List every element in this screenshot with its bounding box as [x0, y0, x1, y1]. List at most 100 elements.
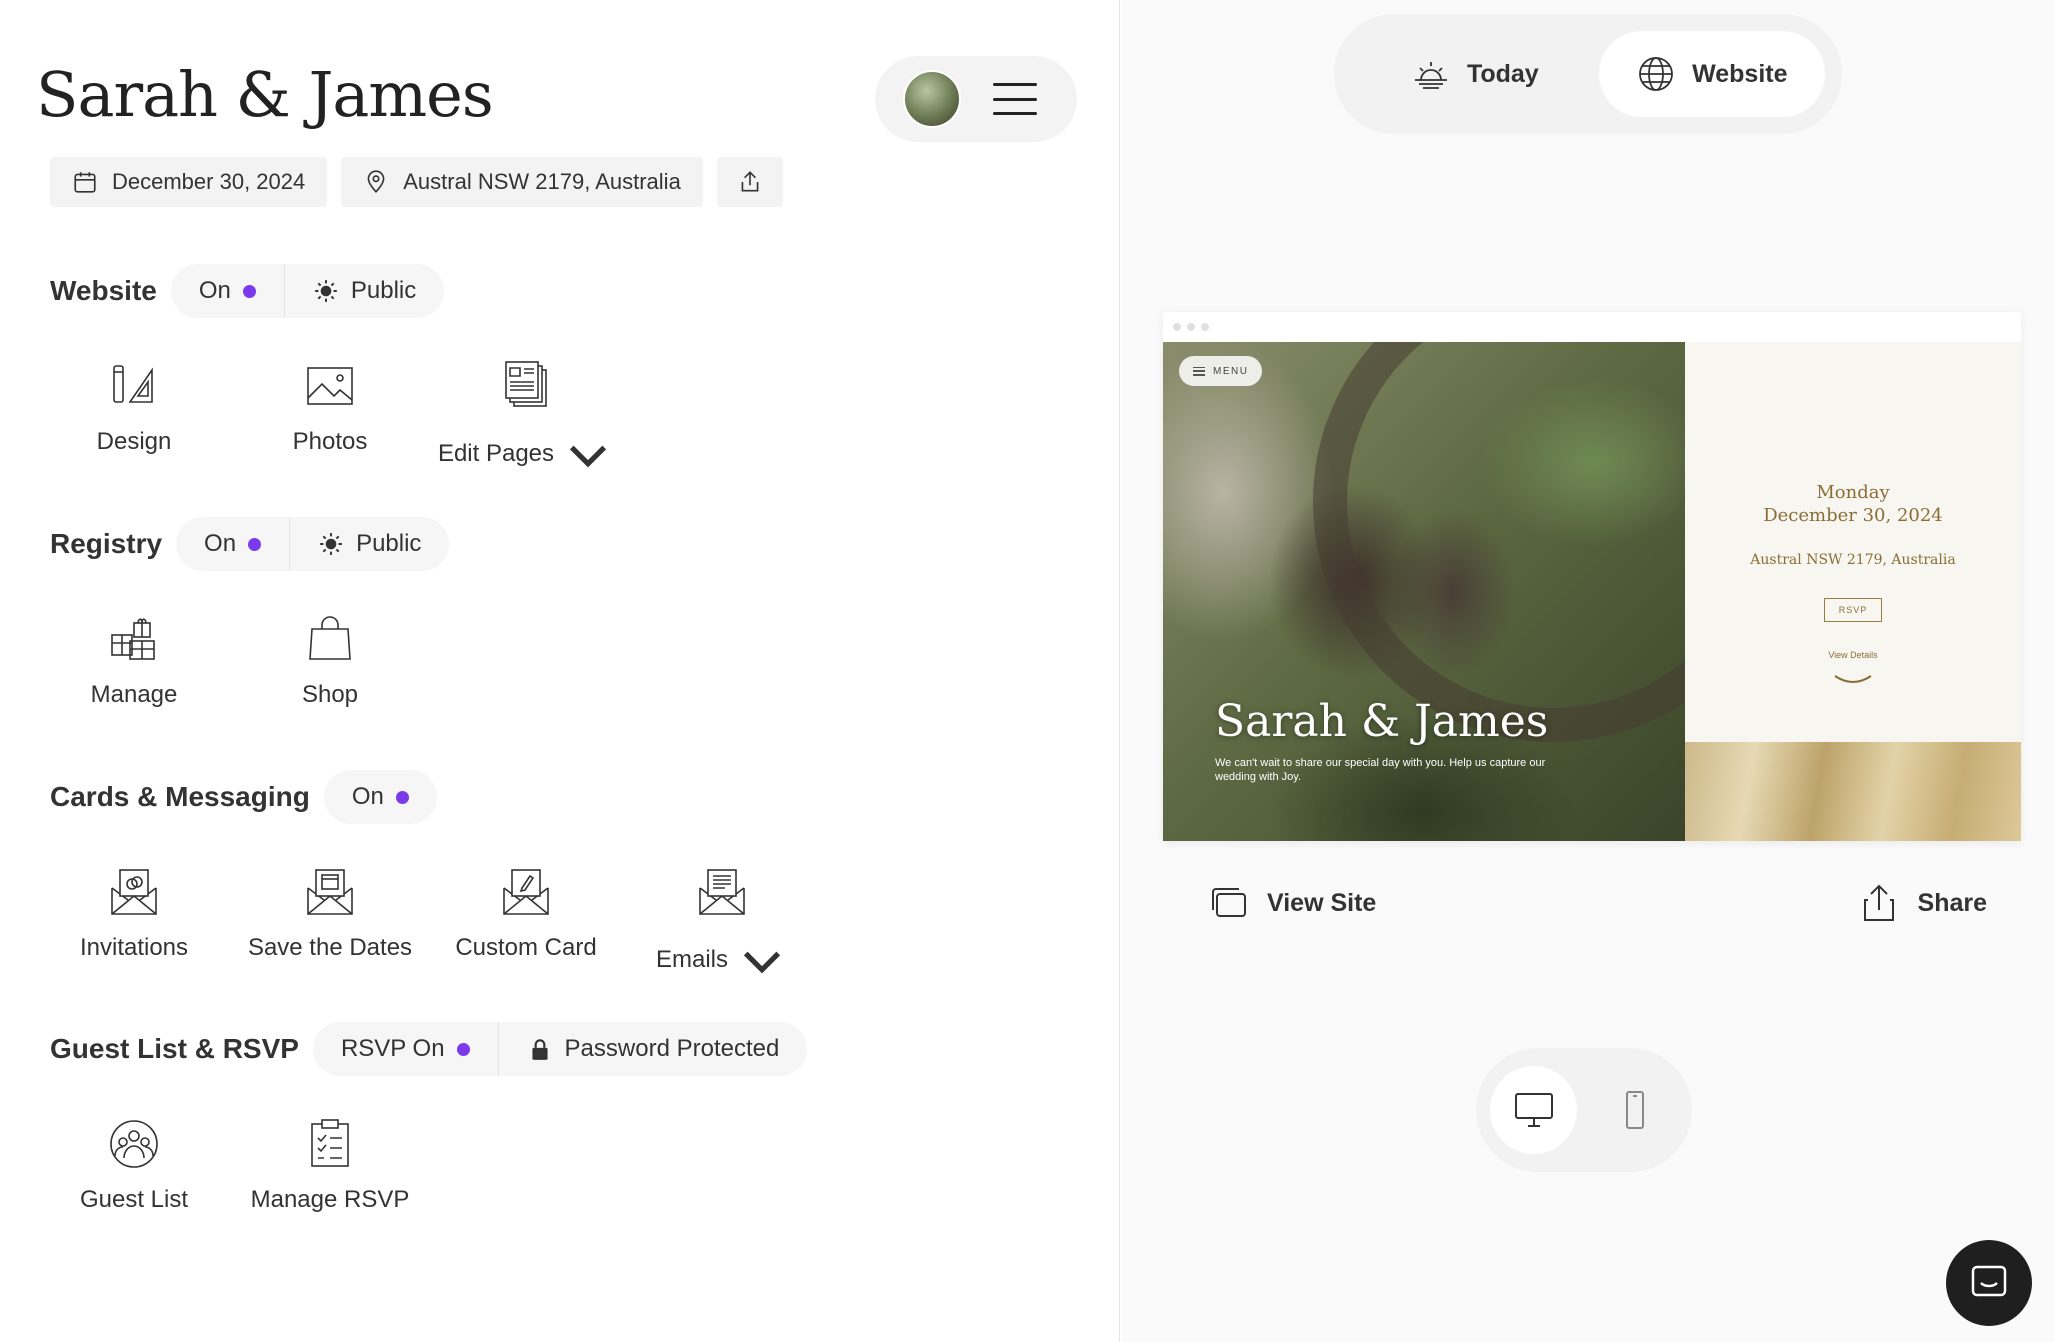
desktop-view-button[interactable] — [1490, 1066, 1577, 1154]
rsvp-status-toggle[interactable]: RSVP On — [313, 1022, 498, 1076]
preview-details: Monday December 30, 2024 Austral NSW 217… — [1685, 342, 2021, 742]
custom-card-tile[interactable]: Custom Card — [428, 866, 624, 986]
view-site-button[interactable]: View Site — [1207, 882, 1376, 924]
guests-icon — [110, 1120, 158, 1168]
location-pin-icon — [367, 170, 385, 193]
website-preview[interactable]: MENU Sarah & James We can't wait to shar… — [1163, 312, 2021, 841]
tile-label-wrap: Emails — [656, 934, 788, 986]
preview-rsvp-button[interactable]: RSVP — [1823, 598, 1883, 622]
preview-menu-button[interactable]: MENU — [1179, 356, 1263, 386]
status-dot — [242, 284, 256, 298]
share-icon — [741, 171, 759, 192]
tile-label: Invitations — [79, 934, 189, 961]
status-label: On — [204, 530, 237, 557]
privacy-label: Password Protected — [564, 1035, 780, 1062]
design-tools-icon — [113, 365, 153, 403]
sun-icon — [315, 280, 337, 302]
gold-foil-band — [1685, 742, 2021, 841]
invitations-tile[interactable]: Invitations — [36, 866, 232, 986]
preview-menu-label: MENU — [1213, 365, 1249, 377]
location-chip[interactable]: Austral NSW 2179, Australia — [341, 157, 703, 207]
hamburger-menu-icon[interactable] — [993, 83, 1037, 115]
pages-icon — [505, 361, 547, 407]
cards-section: Cards & Messaging On Invitations Save th… — [50, 770, 820, 986]
chevron-down-icon — [743, 951, 781, 974]
section-title: Guest List & RSVP — [50, 1033, 299, 1064]
tab-label: Today — [1466, 59, 1539, 88]
save-the-date-icon — [307, 869, 353, 915]
preview-day: Monday — [1816, 482, 1890, 503]
status-dot — [456, 1042, 470, 1056]
status-label: RSVP On — [340, 1035, 445, 1062]
globe-icon — [1639, 57, 1674, 91]
shopping-bag-icon — [309, 616, 351, 660]
tile-label: Guest List — [79, 1186, 189, 1213]
mobile-view-button[interactable] — [1591, 1066, 1678, 1154]
tab-label: Website — [1692, 59, 1788, 88]
share-button[interactable]: Share — [1858, 882, 1987, 924]
date-chip[interactable]: December 30, 2024 — [50, 157, 328, 207]
status-label: On — [198, 277, 231, 304]
registry-status-toggle[interactable]: On — [176, 517, 289, 571]
email-icon — [699, 869, 745, 915]
action-label: View Site — [1267, 888, 1377, 917]
tile-label: Save the Dates — [247, 934, 413, 961]
tile-label: Manage RSVP — [250, 1186, 410, 1213]
custom-card-icon — [503, 869, 549, 915]
tab-today[interactable]: Today — [1351, 31, 1599, 117]
share-icon — [1863, 884, 1894, 921]
manage-registry-tile[interactable]: Manage — [36, 613, 232, 709]
device-toggle — [1476, 1048, 1692, 1172]
visibility-label: Public — [356, 530, 422, 557]
registry-toggles: On Public — [176, 517, 450, 571]
visibility-label: Public — [350, 277, 417, 304]
sun-icon — [320, 533, 342, 555]
sunrise-icon — [1414, 62, 1447, 89]
mobile-icon — [1625, 1091, 1644, 1129]
emails-tile[interactable]: Emails — [624, 866, 820, 986]
design-tile[interactable]: Design — [36, 360, 232, 480]
support-chat-button[interactable] — [1946, 1240, 2032, 1326]
preview-date: December 30, 2024 — [1763, 505, 1943, 526]
photos-tile[interactable]: Photos — [232, 360, 428, 480]
shop-tile[interactable]: Shop — [232, 613, 428, 709]
status-dot — [395, 790, 409, 804]
event-meta: December 30, 2024 Austral NSW 2179, Aust… — [50, 157, 783, 207]
manage-rsvp-tile[interactable]: Manage RSVP — [232, 1118, 428, 1214]
tile-label: Manage — [90, 681, 178, 708]
cards-status-toggle[interactable]: On — [324, 770, 437, 824]
preview-subtitle: We can't wait to share our special day w… — [1215, 757, 1546, 783]
website-visibility-toggle[interactable]: Public — [283, 264, 444, 318]
checklist-icon — [311, 1119, 349, 1167]
chevron-down-icon — [1834, 675, 1872, 683]
photo-icon — [307, 367, 353, 405]
action-label: Share — [1917, 888, 1987, 917]
dashboard-panel: Sarah & James December 30, 2024 Austral … — [0, 0, 1120, 1342]
preview-couple-names: Sarah & James — [1215, 696, 1549, 747]
avatar[interactable] — [903, 70, 961, 128]
website-status-toggle[interactable]: On — [171, 264, 284, 318]
tab-website[interactable]: Website — [1598, 31, 1825, 117]
edit-pages-tile[interactable]: Edit Pages — [428, 360, 624, 480]
share-event-button[interactable] — [716, 157, 783, 207]
event-date: December 30, 2024 — [112, 169, 306, 194]
event-location: Austral NSW 2179, Australia — [403, 169, 681, 194]
website-toggles: On Public — [170, 264, 445, 318]
tile-label: Shop — [301, 681, 359, 708]
user-menu[interactable] — [875, 56, 1077, 142]
guests-toggles: RSVP On Password Protected — [312, 1022, 808, 1076]
view-switcher: Today Website — [1334, 14, 1842, 134]
save-the-dates-tile[interactable]: Save the Dates — [232, 866, 428, 986]
guest-list-tile[interactable]: Guest List — [36, 1118, 232, 1214]
section-title: Website — [50, 275, 157, 306]
registry-visibility-toggle[interactable]: Public — [289, 517, 449, 571]
calendar-icon — [74, 172, 96, 193]
preview-view-details[interactable]: View Details — [1685, 650, 2021, 660]
windows-icon — [1212, 888, 1246, 917]
section-title: Cards & Messaging — [50, 781, 310, 812]
page-title: Sarah & James — [36, 58, 494, 131]
gifts-icon — [111, 618, 155, 660]
section-title: Registry — [50, 528, 163, 559]
tile-label: Edit Pages — [437, 440, 555, 467]
privacy-toggle[interactable]: Password Protected — [497, 1022, 808, 1076]
